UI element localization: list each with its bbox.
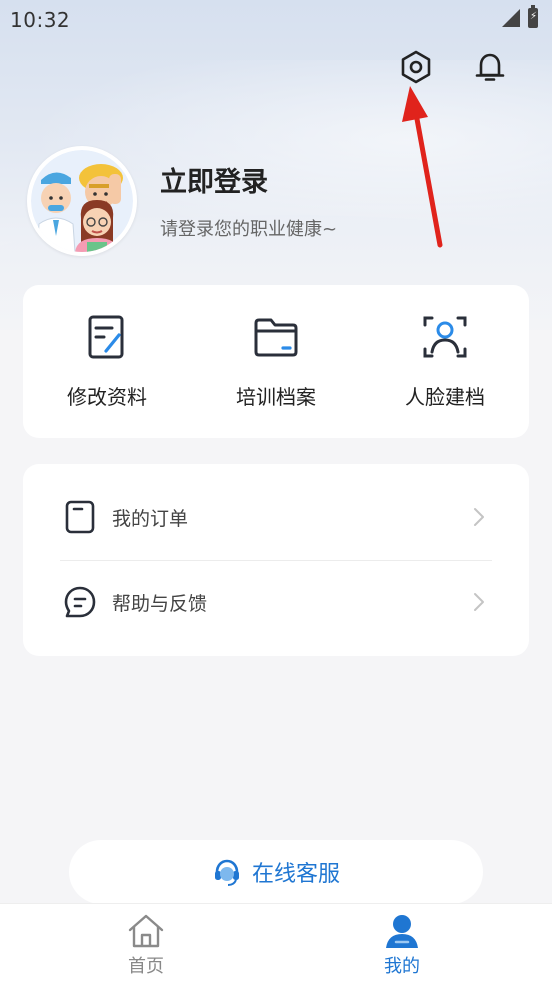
status-bar: 10:32 ⚡ [0, 0, 552, 38]
headset-icon [214, 859, 239, 886]
person-icon [386, 915, 418, 948]
menu-item-label: 帮助与反馈 [112, 593, 208, 615]
quick-action-label: 培训档案 [236, 385, 316, 409]
signal-icon [502, 9, 520, 27]
quick-action-training-records[interactable]: 培训档案 [192, 285, 360, 438]
edit-document-icon [88, 315, 124, 359]
folder-icon [254, 318, 298, 357]
quick-action-edit-profile[interactable]: 修改资料 [23, 285, 191, 438]
chevron-right-icon [474, 593, 484, 611]
menu-list-card: 我的订单 帮助与反馈 [23, 464, 529, 656]
chat-feedback-icon [64, 586, 96, 618]
tab-mine[interactable]: 我的 [264, 904, 540, 981]
order-icon [65, 500, 95, 534]
bell-icon [475, 53, 505, 81]
quick-actions-card: 修改资料 培训档案 人脸建档 [23, 285, 529, 438]
tab-home[interactable]: 首页 [8, 904, 284, 981]
menu-item-label: 我的订单 [112, 508, 189, 530]
tab-label: 首页 [128, 956, 164, 977]
quick-action-face-record[interactable]: 人脸建档 [361, 285, 529, 438]
menu-item-help-feedback[interactable]: 帮助与反馈 [60, 561, 492, 645]
bottom-tab-bar: 首页 我的 [0, 903, 552, 981]
online-service-label: 在线客服 [251, 862, 340, 887]
battery-icon: ⚡ [528, 5, 538, 28]
avatar[interactable] [27, 146, 137, 256]
login-title[interactable]: 立即登录 [160, 160, 268, 199]
avatar-illustration-icon [31, 150, 133, 252]
chevron-right-icon [474, 508, 484, 526]
quick-action-label: 人脸建档 [405, 385, 485, 409]
home-icon [128, 914, 164, 948]
login-subtitle: 请登录您的职业健康~ [160, 219, 338, 240]
status-time: 10:32 [10, 8, 71, 32]
hexagon-gear-icon [401, 50, 431, 84]
tab-label: 我的 [384, 956, 420, 977]
notification-button[interactable] [471, 48, 509, 86]
face-scan-icon [423, 316, 467, 358]
quick-action-label: 修改资料 [67, 385, 147, 409]
menu-item-my-orders[interactable]: 我的订单 [60, 476, 492, 560]
settings-button[interactable] [397, 48, 435, 86]
online-service-button[interactable]: 在线客服 [69, 840, 483, 904]
